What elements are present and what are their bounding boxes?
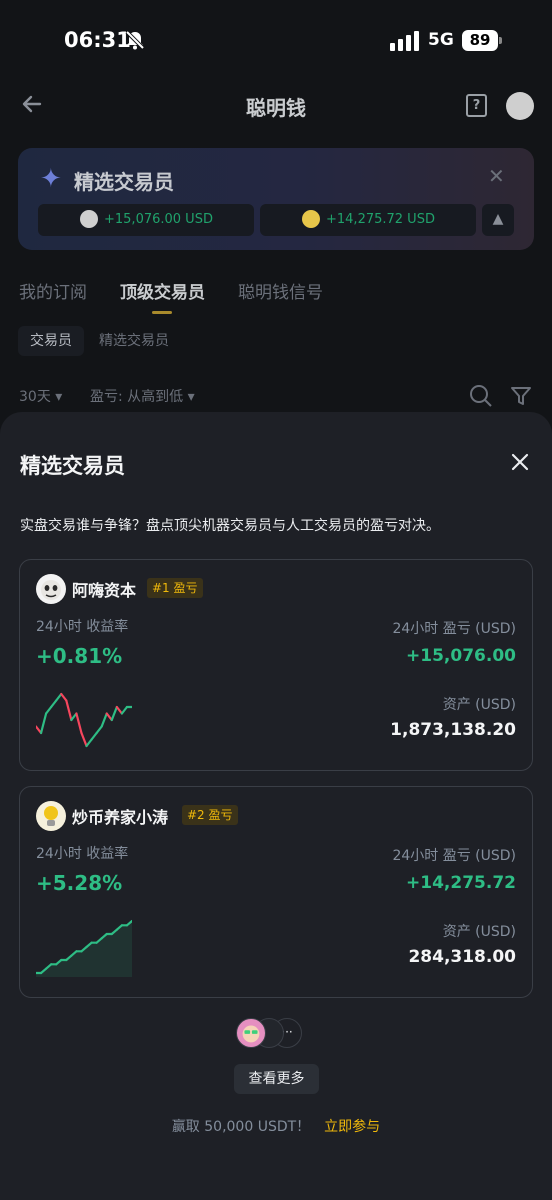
tab-top-traders[interactable]: 顶级交易员 (120, 278, 205, 303)
promo-footer: 赢取 50,000 USDT！ 立即参与 (0, 1116, 552, 1136)
featured-traders-banner[interactable]: ✦ 精选交易员 ✕ +15,076.00 USD +14,275.72 USD … (18, 148, 534, 250)
battery-icon: 89 (462, 30, 498, 51)
signal-icon (390, 31, 419, 51)
sort-filter-label: 盈亏: 从高到低 (90, 389, 184, 405)
close-icon[interactable]: ✕ (488, 164, 505, 188)
sparkline-segment (75, 712, 83, 735)
cartoon-face-icon (242, 1025, 260, 1043)
banner-title: 精选交易员 (74, 170, 174, 194)
sparkline-segment (50, 699, 58, 709)
banner-pnl-pill-2[interactable]: +14,275.72 USD (260, 204, 476, 236)
trader-card[interactable]: 炒币养家小涛 #2 盈亏 24小时 收益率 24小时 盈亏 (USD) +5.2… (19, 786, 533, 998)
battery-tip (499, 37, 502, 44)
asset-label: 资产 (USD) (442, 697, 516, 713)
tab-smart-money-signals[interactable]: 聪明钱信号 (238, 278, 323, 303)
asset-value: 1,873,138.20 (390, 720, 516, 740)
dropdown-icon: ▾ (187, 389, 195, 405)
pnl-label: 24小时 盈亏 (USD) (392, 848, 516, 864)
sparkline-segment (110, 705, 118, 722)
asset-label: 资产 (USD) (442, 924, 516, 940)
background-page: 聪明钱 ? ✦ 精选交易员 ✕ +15,076.00 USD +14,275.7… (0, 80, 552, 420)
chevron-up-icon[interactable]: ▲ (482, 204, 514, 236)
filter-icon[interactable] (509, 384, 533, 408)
user-avatar[interactable] (506, 92, 534, 120)
sheet-description: 实盘交易谁与争锋？盘点顶尖机器交易员与人工交易员的盈亏对决。 (20, 518, 440, 534)
view-more-button[interactable]: 查看更多 (234, 1064, 319, 1094)
pnl-label: 24小时 盈亏 (USD) (392, 621, 516, 637)
sparkline-segment (100, 712, 108, 728)
sparkline-segment (80, 731, 88, 748)
active-tab-indicator (152, 311, 172, 314)
trader-avatar (36, 801, 66, 831)
sparkle-icon: ✦ (40, 164, 62, 194)
rank-badge: #2 盈亏 (182, 805, 238, 825)
roi-label: 24小时 收益率 (36, 846, 129, 862)
sheet-title: 精选交易员 (20, 454, 125, 478)
help-icon[interactable]: ? (466, 94, 487, 117)
sparkline-segment (95, 725, 103, 735)
search-icon[interactable] (469, 384, 493, 408)
trader-name: 阿嗨资本 (72, 581, 137, 600)
bell-muted-icon (125, 30, 145, 50)
promo-text: 赢取 50,000 USDT！ (171, 1119, 311, 1135)
subtab-featured-traders[interactable]: 精选交易员 (99, 326, 169, 356)
sparkline-segment (55, 692, 63, 702)
banner-pnl-2: +14,275.72 USD (326, 212, 435, 227)
face-icon (41, 580, 61, 600)
trader-avatar-icon (302, 209, 320, 228)
close-icon[interactable] (508, 450, 532, 474)
subtab-traders[interactable]: 交易员 (18, 326, 84, 356)
bulb-icon (44, 806, 58, 826)
trader-card[interactable]: 阿嗨资本 #1 盈亏 24小时 收益率 24小时 盈亏 (USD) +0.81%… (19, 559, 533, 771)
join-now-link[interactable]: 立即参与 (324, 1119, 380, 1135)
tab-my-subscriptions[interactable]: 我的订阅 (19, 278, 87, 303)
asset-value: 284,318.00 (408, 947, 516, 967)
dropdown-icon: ▾ (55, 389, 63, 405)
trader-name: 炒币养家小涛 (72, 808, 169, 827)
network-type: 5G (428, 30, 454, 50)
banner-pnl-pill-1[interactable]: +15,076.00 USD (38, 204, 254, 236)
pnl-value: +14,275.72 (406, 873, 516, 893)
sparkline-segment (39, 712, 48, 735)
sparkline-segment (45, 705, 53, 715)
sort-filter[interactable]: 盈亏: 从高到低 ▾ (90, 386, 195, 406)
pnl-value: +15,076.00 (406, 646, 516, 666)
sparkline-segment (85, 738, 93, 748)
main-tabs: 我的订阅 顶级交易员 聪明钱信号 (0, 278, 552, 314)
featured-traders-sheet: 精选交易员 实盘交易谁与争锋？盘点顶尖机器交易员与人工交易员的盈亏对决。 阿嗨资… (0, 412, 552, 1200)
more-traders-avatars: ··· (236, 1018, 308, 1050)
sparkline-segment (120, 705, 129, 715)
status-time: 06:31 (64, 28, 131, 52)
trader-avatar (236, 1018, 266, 1048)
trader-avatar (36, 574, 66, 604)
trader-avatar-icon (80, 209, 98, 228)
sparkline-segment (90, 731, 98, 741)
roi-value: +0.81% (36, 644, 123, 668)
period-filter-label: 30天 (19, 389, 51, 405)
roi-label: 24小时 收益率 (36, 619, 129, 635)
period-filter[interactable]: 30天 ▾ (19, 386, 62, 406)
roi-value: +5.28% (36, 871, 123, 895)
sparkline-segment (115, 705, 123, 715)
sparkline-segment (60, 692, 68, 702)
status-bar: 06:31 5G 89 (0, 0, 552, 80)
pnl-sparkline (36, 692, 132, 748)
banner-pnl-1: +15,076.00 USD (104, 212, 213, 227)
sparkline-segment (65, 699, 73, 722)
pnl-sparkline (36, 919, 132, 977)
rank-badge: #1 盈亏 (147, 578, 203, 598)
